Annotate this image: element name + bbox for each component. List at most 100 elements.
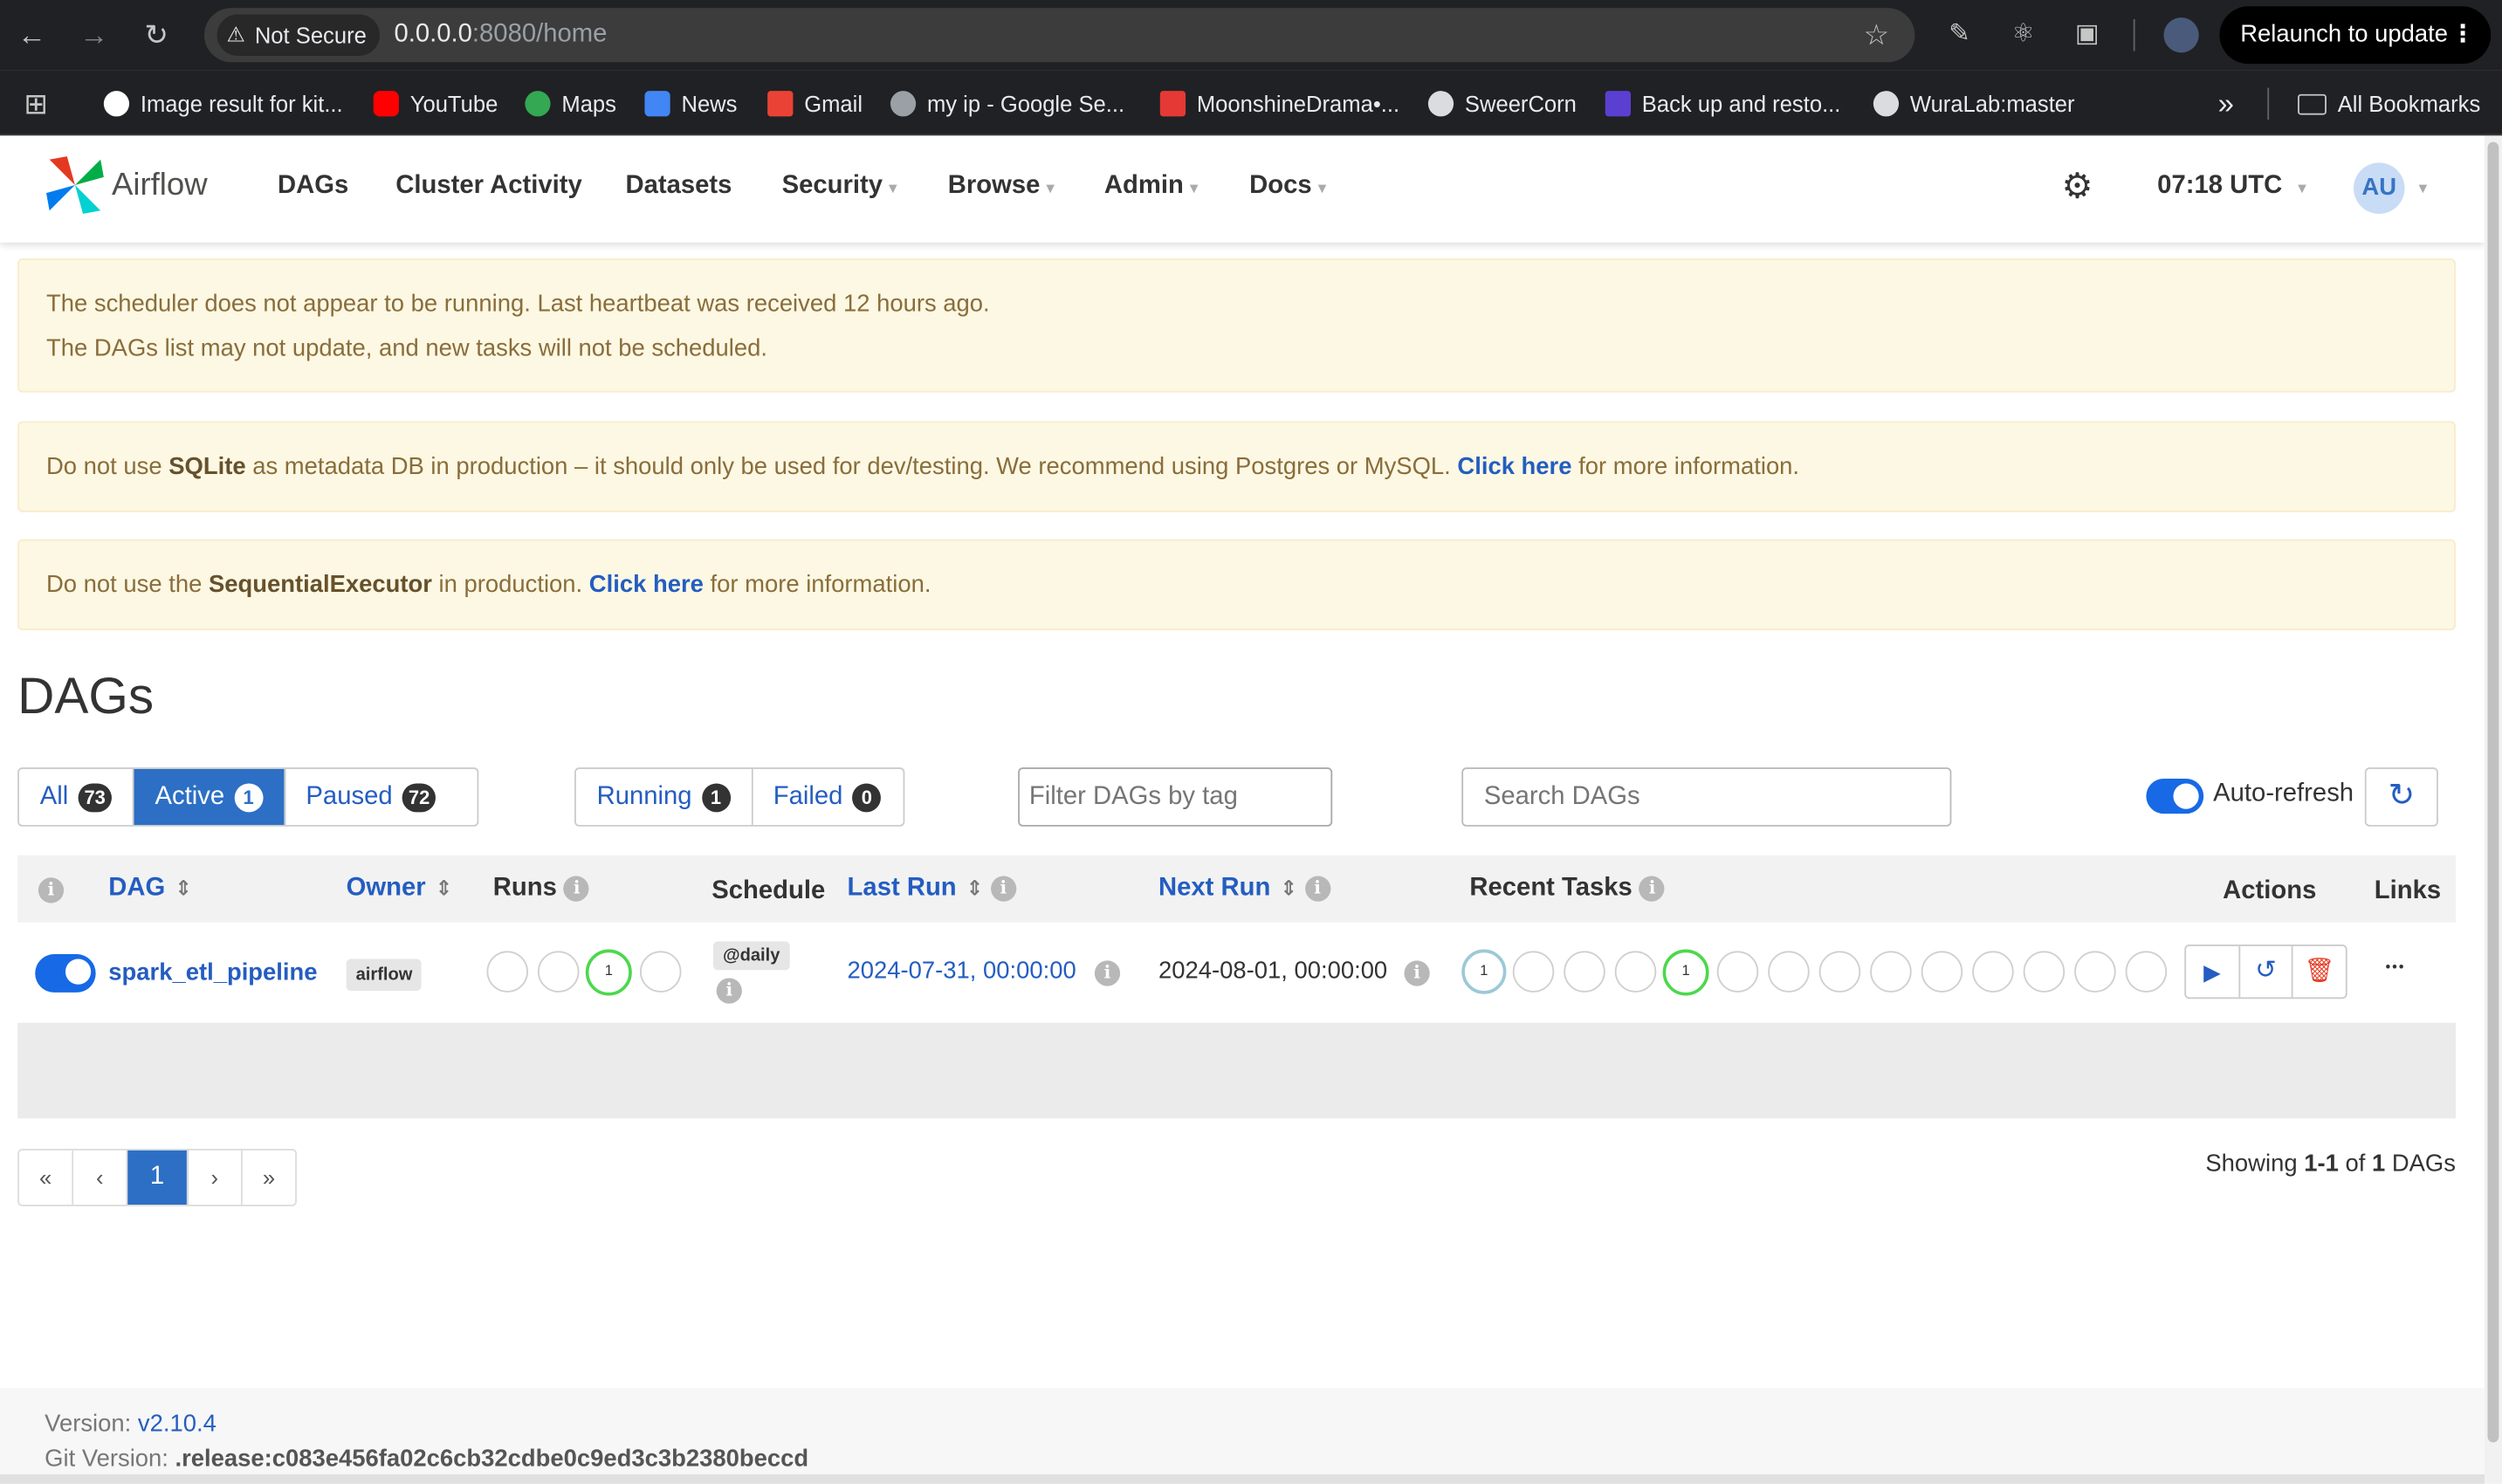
info-icon[interactable]: i: [716, 978, 742, 1004]
delete-dag-button[interactable]: 🗑: [2293, 946, 2346, 997]
next-page-button[interactable]: ›: [189, 1150, 243, 1205]
kebab-menu-icon[interactable]: ⋮: [2451, 6, 2475, 64]
last-page-button[interactable]: »: [243, 1151, 295, 1205]
prev-page-button[interactable]: ‹: [73, 1150, 128, 1205]
version-link[interactable]: v2.10.4: [138, 1411, 217, 1438]
eyedropper-extension-icon[interactable]: ✎: [1942, 17, 1976, 52]
owner-chip[interactable]: airflow: [346, 958, 423, 992]
refresh-dag-button[interactable]: ↺: [2240, 945, 2294, 998]
header-owner[interactable]: Owner ⇕: [347, 875, 453, 903]
task-state-circle-running[interactable]: 1: [1662, 949, 1709, 996]
bookmark-maps[interactable]: Maps: [525, 85, 616, 123]
logo-text[interactable]: Airflow: [112, 168, 208, 204]
task-state-circle[interactable]: [1870, 951, 1912, 993]
bookmark-my-ip[interactable]: my ip - Google Se...: [890, 85, 1124, 123]
info-icon[interactable]: i: [990, 876, 1016, 902]
info-icon[interactable]: i: [1404, 959, 1430, 986]
sort-icon: ⇕: [175, 876, 193, 900]
run-state-circle[interactable]: [639, 951, 682, 993]
last-run-link[interactable]: 2024-07-31, 00:00:00: [848, 958, 1076, 985]
task-state-circle[interactable]: [1921, 951, 1963, 993]
profile-avatar[interactable]: [2163, 17, 2199, 53]
nav-browse[interactable]: Browse ▼: [948, 172, 1058, 201]
info-icon[interactable]: i: [38, 876, 65, 903]
nav-datasets[interactable]: Datasets: [625, 172, 732, 201]
bookmarks-overflow-icon[interactable]: »: [2218, 85, 2234, 123]
extensions-puzzle-icon[interactable]: ▣: [2070, 17, 2105, 52]
nav-docs[interactable]: Docs ▼: [1249, 172, 1329, 201]
more-links-icon[interactable]: •••: [2386, 959, 2406, 975]
filter-running-button[interactable]: Running 1: [576, 768, 753, 825]
airflow-logo-icon[interactable]: [43, 153, 107, 216]
task-state-circle[interactable]: [2125, 951, 2168, 993]
bookmark-sweercorn[interactable]: SweerCorn: [1427, 85, 1577, 123]
react-extension-icon[interactable]: ⚛: [2006, 17, 2041, 52]
page-scrollbar[interactable]: [2484, 135, 2502, 1484]
tag-filter-input[interactable]: [1018, 767, 1333, 827]
horizontal-scrollbar[interactable]: [0, 1474, 2485, 1484]
relaunch-button[interactable]: Relaunch to update ⋮: [2219, 6, 2492, 65]
info-icon[interactable]: i: [1639, 876, 1666, 902]
task-state-circle[interactable]: [1716, 951, 1759, 993]
task-state-circle[interactable]: [1818, 951, 1861, 993]
bookmark-youtube[interactable]: YouTube: [373, 85, 498, 123]
filter-active-button[interactable]: Active 1: [134, 768, 285, 825]
bookmark-news[interactable]: News: [644, 85, 737, 123]
trigger-dag-button[interactable]: ▶: [2186, 945, 2240, 998]
task-state-circle[interactable]: [1972, 951, 2014, 993]
nav-security[interactable]: Security ▼: [782, 172, 900, 201]
sqlite-alert: Do not use SQLite as metadata DB in prod…: [17, 421, 2456, 512]
all-bookmarks[interactable]: All Bookmarks: [2298, 85, 2480, 123]
bookmark-backup[interactable]: Back up and resto...: [1605, 85, 1840, 123]
bookmark-moonshine[interactable]: MoonshineDrama•...: [1159, 85, 1399, 123]
task-state-circle[interactable]: [2074, 951, 2116, 993]
user-avatar[interactable]: AU: [2354, 162, 2405, 214]
header-last-run[interactable]: Last Run ⇕ i: [848, 875, 1016, 903]
schedule-chip[interactable]: @daily: [713, 941, 790, 971]
nav-cluster-activity[interactable]: Cluster Activity: [395, 172, 581, 201]
task-state-circle[interactable]: [1564, 951, 1605, 993]
first-page-button[interactable]: «: [19, 1150, 74, 1205]
apps-grid-icon[interactable]: ⊞: [24, 85, 48, 123]
nav-dags[interactable]: DAGs: [278, 172, 348, 201]
not-secure-chip[interactable]: ⚠ Not Secure: [217, 14, 380, 56]
sqlite-click-here-link[interactable]: Click here: [1457, 453, 1571, 480]
bookmark-image-result[interactable]: Image result for kit...: [103, 85, 343, 123]
task-state-circle[interactable]: [1768, 951, 1810, 993]
settings-gear-icon[interactable]: ⚙: [2062, 167, 2093, 206]
refresh-button[interactable]: ↻: [2364, 767, 2438, 827]
back-icon[interactable]: ←: [13, 16, 52, 54]
header-dag[interactable]: DAG ⇕: [108, 875, 192, 903]
task-state-circle[interactable]: [2023, 951, 2066, 993]
header-next-run[interactable]: Next Run ⇕ i: [1158, 875, 1330, 903]
task-state-circle[interactable]: [1512, 951, 1555, 993]
task-state-circle[interactable]: [1614, 951, 1657, 993]
dag-id-link[interactable]: spark_etl_pipeline: [108, 959, 317, 986]
user-menu-caret-icon[interactable]: ▼: [2416, 181, 2430, 196]
url-text[interactable]: 0.0.0.0:8080/home: [394, 8, 607, 62]
forward-icon[interactable]: →: [75, 16, 113, 54]
page-1-button[interactable]: 1: [127, 1150, 189, 1205]
info-icon[interactable]: i: [1094, 959, 1121, 986]
filter-all-button[interactable]: All 73: [19, 768, 134, 825]
search-dags-input[interactable]: [1461, 767, 1952, 827]
bookmark-gmail[interactable]: Gmail: [767, 85, 863, 123]
nav-admin[interactable]: Admin ▼: [1104, 172, 1201, 201]
scrollbar-thumb[interactable]: [2487, 141, 2499, 1443]
info-icon[interactable]: i: [1304, 876, 1330, 902]
timezone-dropdown[interactable]: 07:18 UTC ▼: [2157, 172, 2309, 201]
task-state-circle-queued[interactable]: 1: [1461, 949, 1507, 994]
run-state-circle[interactable]: [537, 951, 580, 993]
address-bar[interactable]: ⚠ Not Secure 0.0.0.0:8080/home ☆: [203, 8, 1915, 63]
auto-refresh-toggle[interactable]: [2146, 778, 2204, 814]
run-state-circle[interactable]: [486, 951, 529, 993]
bookmark-wuralab[interactable]: WuraLab:master: [1873, 85, 2075, 123]
info-icon[interactable]: i: [564, 876, 590, 902]
bookmark-star-icon[interactable]: ☆: [1864, 19, 1890, 52]
executor-click-here-link[interactable]: Click here: [589, 571, 704, 598]
reload-icon[interactable]: ↻: [137, 16, 175, 54]
dag-pause-toggle[interactable]: [35, 954, 96, 993]
filter-paused-button[interactable]: Paused 72: [285, 769, 457, 825]
filter-failed-button[interactable]: Failed 0: [753, 769, 902, 825]
run-state-circle-running[interactable]: 1: [585, 949, 632, 996]
